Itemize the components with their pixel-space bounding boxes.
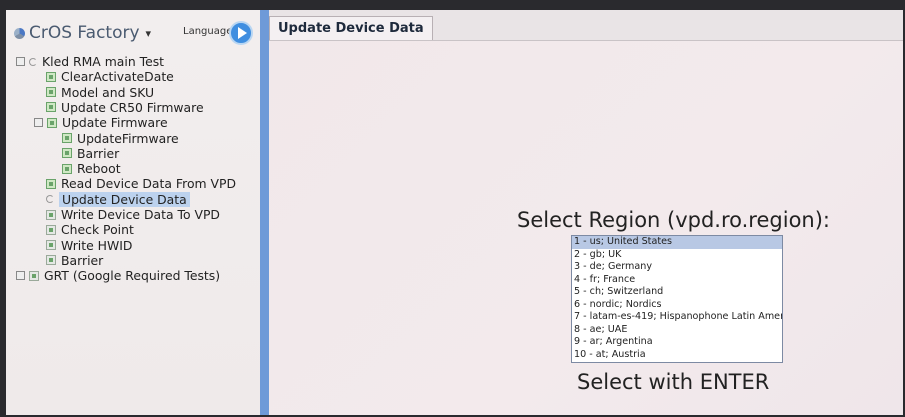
passed-status-icon xyxy=(46,87,56,98)
tree-item-label: Reboot xyxy=(77,161,121,177)
tree-item[interactable]: UpdateFirmware xyxy=(62,131,179,146)
tree-item-label: Update Device Data xyxy=(59,191,190,207)
region-option[interactable]: 1 - us; United States xyxy=(572,236,782,249)
chrome-logo-icon xyxy=(14,27,25,39)
passed-status-icon xyxy=(62,133,72,143)
passed-status-icon xyxy=(46,178,56,189)
tree-item-label: Update Firmware xyxy=(62,115,168,131)
pending-status-icon xyxy=(29,270,39,281)
tree-item-label: Update CR50 Firmware xyxy=(61,99,204,115)
tree-item[interactable]: Barrier xyxy=(46,253,103,268)
tab-bar: Update Device Data xyxy=(269,10,903,41)
region-option[interactable]: 10 - at; Austria xyxy=(572,349,782,362)
tree-item[interactable]: Write HWID xyxy=(46,238,132,253)
chevron-down-icon: ▾ xyxy=(145,26,152,40)
tree-item[interactable]: Model and SKU xyxy=(46,85,154,100)
passed-status-icon xyxy=(46,71,56,82)
region-option[interactable]: 2 - gb; UK xyxy=(572,249,782,262)
tab-update-device-data[interactable]: Update Device Data xyxy=(269,16,433,40)
tree-item-label: Read Device Data From VPD xyxy=(61,176,237,192)
tree-item-label: ClearActivateDate xyxy=(61,69,174,85)
region-option[interactable]: 7 - latam-es-419; Hispanophone Latin Ame… xyxy=(572,311,782,324)
running-status-icon xyxy=(29,57,37,66)
region-prompt: Select Region (vpd.ro.region): xyxy=(517,208,830,232)
passed-status-icon xyxy=(47,117,57,128)
expand-icon[interactable] xyxy=(16,271,25,281)
tree-item[interactable]: Reboot xyxy=(62,161,121,176)
enter-hint: Select with ENTER xyxy=(577,370,770,394)
tree-item[interactable]: Kled RMA main Test xyxy=(16,54,164,69)
region-option[interactable]: 6 - nordic; Nordics xyxy=(572,299,782,312)
tree-item-label: Model and SKU xyxy=(61,84,155,100)
running-status-icon xyxy=(46,195,54,204)
collapse-icon[interactable] xyxy=(16,57,25,66)
tree-item[interactable]: Write Device Data To VPD xyxy=(46,207,220,222)
region-option[interactable]: 8 - ae; UAE xyxy=(572,324,782,337)
tree-item[interactable]: GRT (Google Required Tests) xyxy=(16,268,220,283)
app-title: CrOS Factory xyxy=(29,23,140,43)
tree-item[interactable]: Check Point xyxy=(46,222,134,237)
region-option[interactable]: 4 - fr; France xyxy=(572,274,782,287)
language-label: Language xyxy=(183,26,233,37)
tree-item-label: GRT (Google Required Tests) xyxy=(44,268,221,284)
test-ui-panel: Update Device Data Select Region (vpd.ro… xyxy=(269,10,903,415)
tree-item-label: Barrier xyxy=(61,252,104,268)
region-option[interactable]: 5 - ch; Switzerland xyxy=(572,286,782,299)
passed-status-icon xyxy=(62,163,72,174)
tree-item[interactable]: Update Firmware xyxy=(34,115,168,130)
region-option[interactable]: 3 - de; Germany xyxy=(572,261,782,274)
tree-item[interactable]: Barrier xyxy=(62,146,119,161)
monitor-bezel xyxy=(0,0,905,10)
tree-item[interactable]: Update Device Data xyxy=(46,191,190,207)
collapse-icon[interactable] xyxy=(34,118,43,128)
tree-item-label: Write Device Data To VPD xyxy=(61,207,220,222)
region-select-list[interactable]: 1 - us; United States 2 - gb; UK 3 - de; G… xyxy=(571,235,783,363)
factory-screen: CrOS Factory ▾ Language Kled RMA main Te… xyxy=(6,10,903,415)
pending-status-icon xyxy=(46,255,56,266)
panel-splitter[interactable] xyxy=(260,10,269,415)
tree-item-label: Write HWID xyxy=(61,237,133,253)
tree-item-label: Kled RMA main Test xyxy=(42,54,165,69)
passed-status-icon xyxy=(46,102,56,113)
tree-item[interactable]: Update CR50 Firmware xyxy=(46,100,204,115)
tree-item[interactable]: Read Device Data From VPD xyxy=(46,176,236,191)
region-option[interactable]: 9 - ar; Argentina xyxy=(572,336,782,349)
tree-item-label: Barrier xyxy=(77,145,120,161)
language-button[interactable] xyxy=(229,21,253,45)
pending-status-icon xyxy=(46,224,56,235)
passed-status-icon xyxy=(62,148,72,159)
play-arrow-icon xyxy=(238,27,247,39)
test-list-panel: CrOS Factory ▾ Language Kled RMA main Te… xyxy=(6,10,260,415)
tree-item-label: Check Point xyxy=(61,222,134,238)
tree-item-label: UpdateFirmware xyxy=(77,130,179,146)
app-menu[interactable]: CrOS Factory ▾ xyxy=(14,22,151,44)
pending-status-icon xyxy=(46,240,56,251)
pending-status-icon xyxy=(46,209,56,220)
tree-item[interactable]: ClearActivateDate xyxy=(46,69,174,84)
